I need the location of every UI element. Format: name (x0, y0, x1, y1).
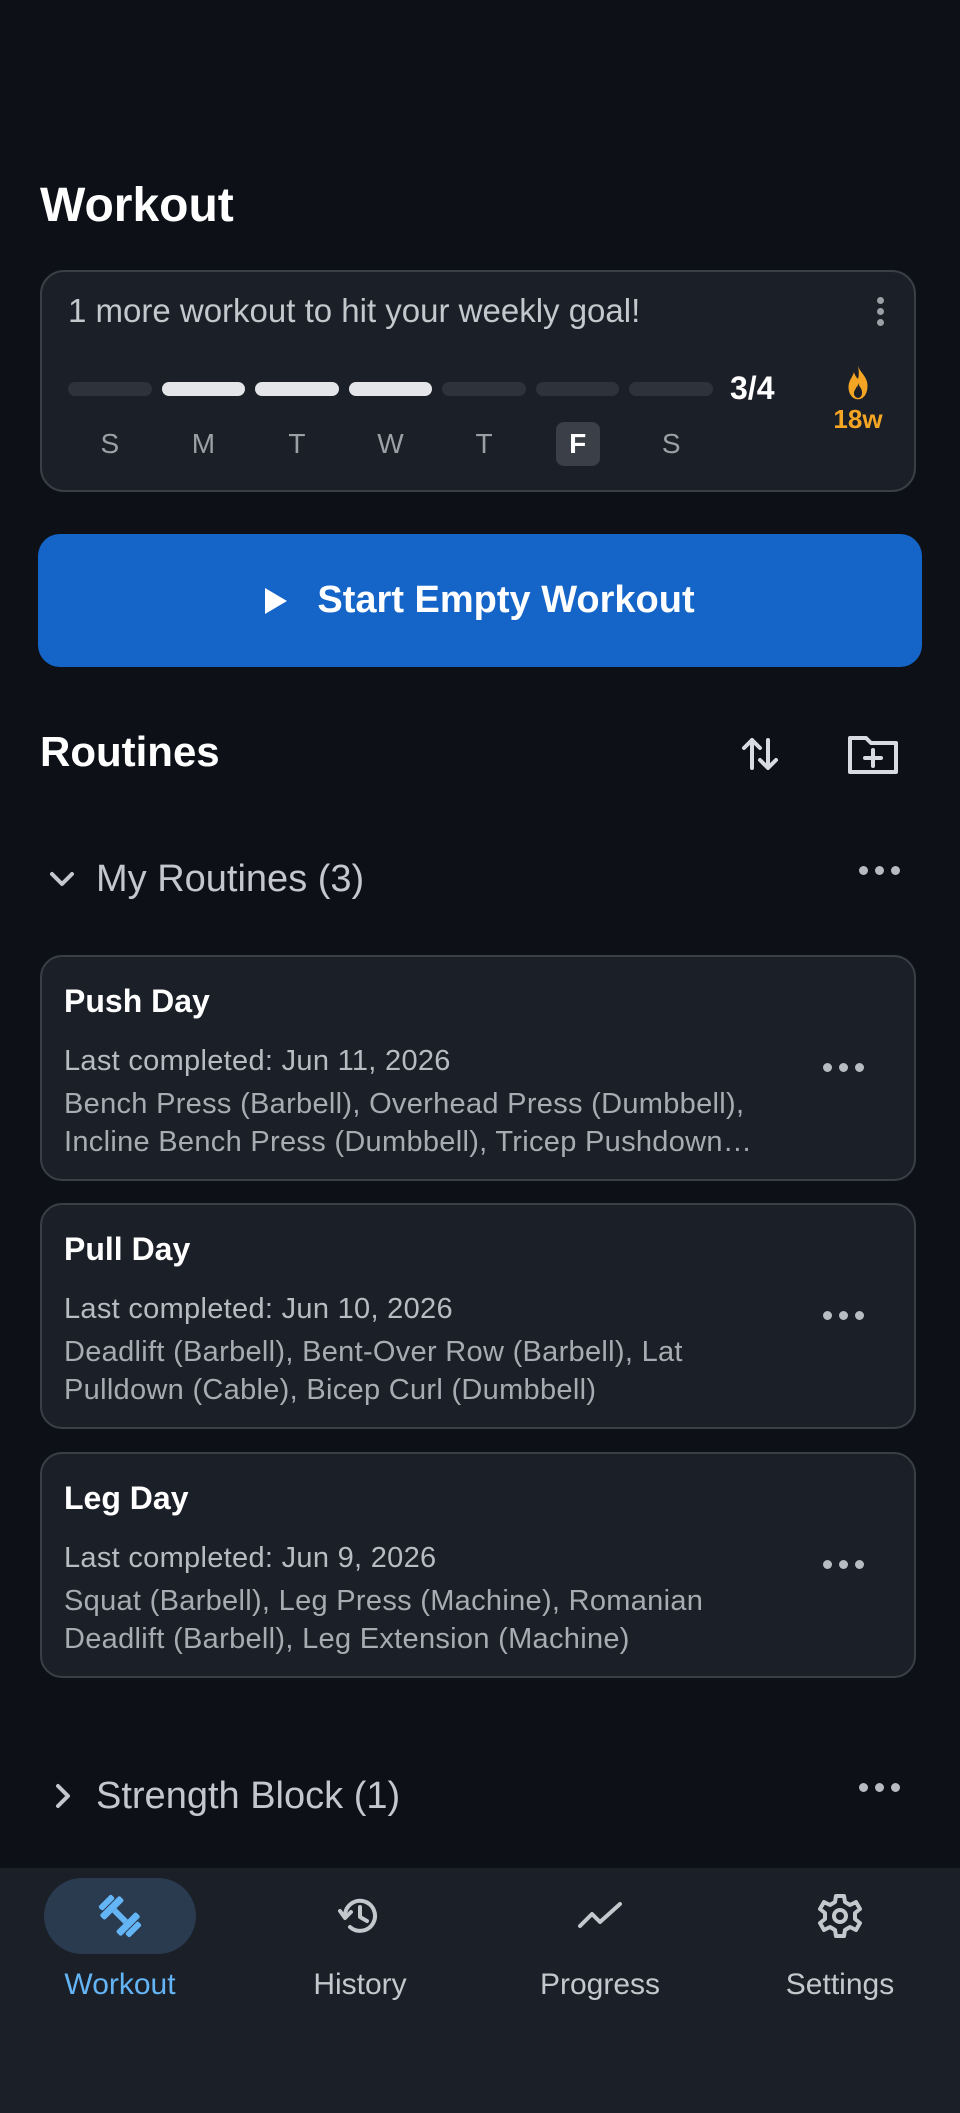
trend-icon (578, 1902, 622, 1928)
routine-name: Pull Day (64, 1231, 191, 1267)
goal-more-icon[interactable] (868, 294, 892, 334)
weekday-labels: S M T W T F S (68, 422, 713, 466)
routine-last-completed: Last completed: Jun 11, 2026 (64, 1045, 451, 1077)
folder-more-icon[interactable] (859, 1783, 900, 1792)
chevron-down-icon (50, 872, 74, 886)
folder-strength-block[interactable]: Strength Block (1) (40, 1761, 920, 1831)
day-bar-fri (535, 382, 620, 396)
weekly-progress-bars (68, 382, 714, 396)
day-bar-tue-done (255, 382, 339, 396)
folder-my-routines[interactable]: My Routines (3) (40, 844, 920, 914)
day-bar-sun (68, 382, 152, 396)
weekly-goal-count: 3/4 (730, 370, 775, 406)
routine-name: Leg Day (64, 1480, 189, 1516)
weekday-label: M (191, 428, 216, 459)
day-bar-wed-done (348, 382, 433, 396)
routine-more-icon[interactable] (823, 1560, 864, 1569)
routine-card-push-day[interactable]: Push Day Last completed: Jun 11, 2026 Be… (40, 955, 916, 1181)
bottom-tab-bar: Workout History Progress Settings (0, 1868, 960, 2113)
gear-icon (818, 1894, 862, 1938)
folder-name: Strength Block (1) (96, 1774, 401, 1817)
today-badge: F (555, 422, 600, 466)
start-empty-workout-button[interactable]: Start Empty Workout (38, 534, 922, 667)
weekday-label: S (100, 428, 120, 459)
weekly-goal-message: 1 more workout to hit your weekly goal! (68, 292, 641, 329)
weekday-label: S (661, 428, 681, 459)
tab-label: Settings (785, 1968, 895, 2001)
weekday-label: W (377, 428, 404, 459)
routine-last-completed: Last completed: Jun 9, 2026 (64, 1542, 437, 1574)
routine-card-pull-day[interactable]: Pull Day Last completed: Jun 10, 2026 De… (40, 1203, 916, 1429)
tab-label: Workout (64, 1968, 176, 2001)
tab-workout[interactable]: Workout (0, 1868, 240, 2018)
streak-badge: 18w (822, 364, 894, 435)
tab-history[interactable]: History (240, 1868, 480, 2018)
history-icon (338, 1898, 377, 1933)
weekly-goal-card: 1 more workout to hit your weekly goal! … (40, 270, 916, 492)
folder-more-icon[interactable] (859, 866, 900, 875)
flame-icon (848, 365, 868, 400)
weekday-label: T (288, 428, 306, 459)
routine-last-completed: Last completed: Jun 10, 2026 (64, 1293, 453, 1325)
routine-exercises: Squat (Barbell), Leg Press (Machine), Ro… (64, 1585, 704, 1655)
routine-more-icon[interactable] (823, 1311, 864, 1320)
page-title: Workout (40, 179, 234, 232)
play-icon (265, 587, 288, 614)
routine-exercises: Bench Press (Barbell), Overhead Press (D… (64, 1088, 745, 1158)
weekday-label: T (475, 428, 493, 459)
routine-card-leg-day[interactable]: Leg Day Last completed: Jun 9, 2026 Squa… (40, 1452, 916, 1678)
sort-icon[interactable] (736, 730, 784, 778)
routine-more-icon[interactable] (823, 1063, 864, 1072)
day-bar-mon-done (161, 382, 246, 396)
routine-name: Push Day (64, 983, 210, 1019)
add-folder-icon[interactable] (846, 730, 900, 778)
tab-label: History (313, 1968, 407, 2001)
streak-label: 18w (833, 404, 883, 434)
routines-heading: Routines (40, 728, 220, 775)
day-bar-thu (442, 382, 526, 396)
folder-name: My Routines (3) (96, 857, 365, 900)
weekday-label-today: F (536, 422, 620, 466)
dumbbell-icon (98, 1894, 142, 1938)
chevron-right-icon (56, 1784, 70, 1808)
tab-progress[interactable]: Progress (480, 1868, 720, 2018)
day-bar-sat (629, 382, 714, 396)
tab-label: Progress (539, 1968, 661, 2001)
start-empty-workout-label: Start Empty Workout (317, 579, 695, 621)
routine-exercises: Deadlift (Barbell), Bent-Over Row (Barbe… (64, 1336, 683, 1406)
tab-settings[interactable]: Settings (720, 1868, 960, 2018)
